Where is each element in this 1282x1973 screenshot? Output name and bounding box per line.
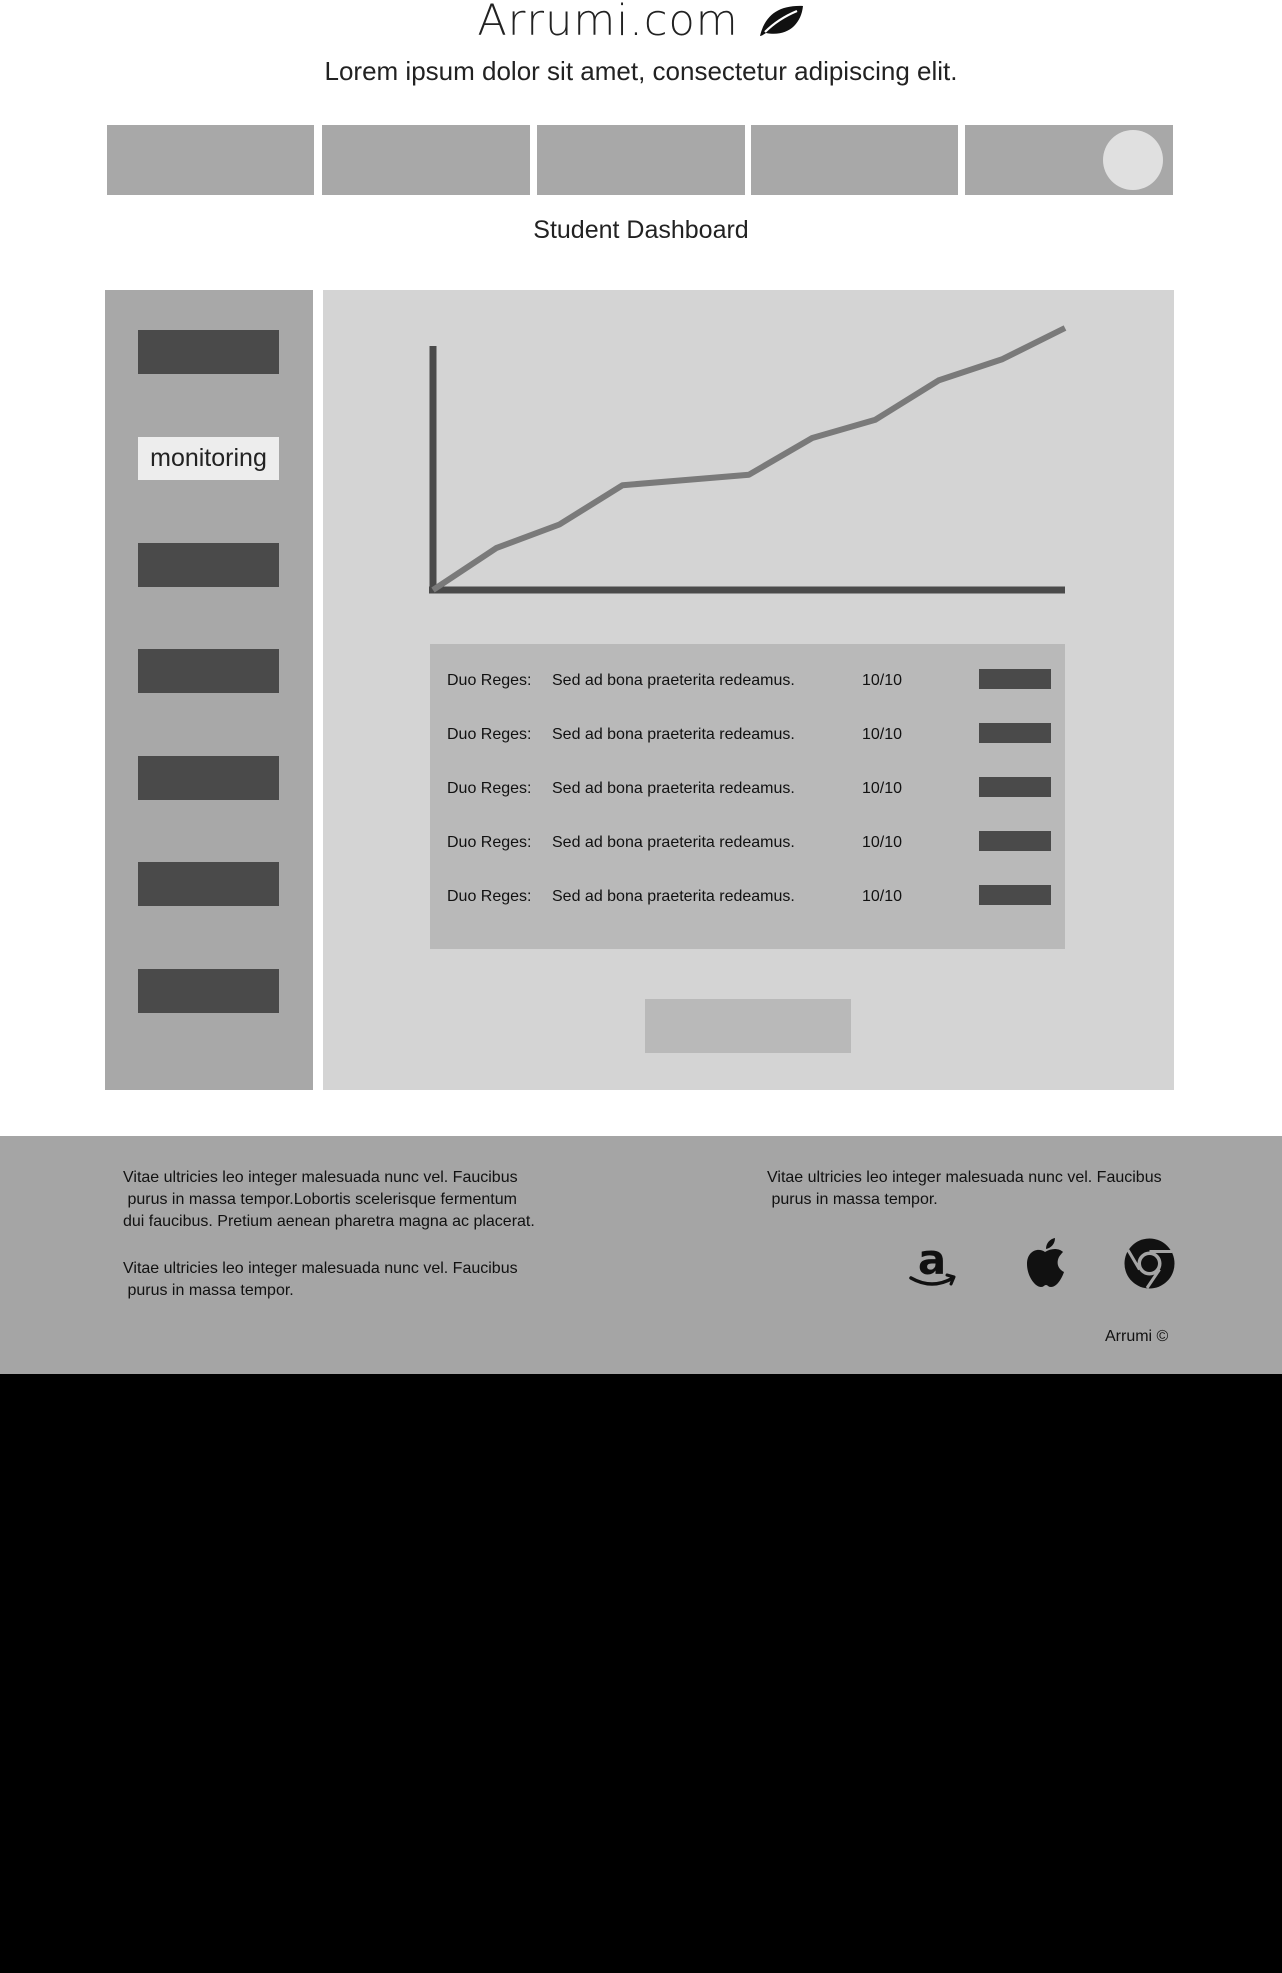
row-score: 10/10 [862, 726, 903, 743]
row-label: Duo Reges: [447, 726, 532, 743]
row-text: Sed ad bona praeterita redeamus. [552, 780, 795, 797]
site-title[interactable]: Arrumi.com [477, 0, 738, 46]
progress-chart [429, 325, 1067, 594]
nav-tab-4[interactable] [751, 125, 958, 195]
row-action-button[interactable] [979, 777, 1051, 797]
page-title: Student Dashboard [533, 216, 749, 244]
chart-series-line [431, 325, 1067, 593]
row-text: Sed ad bona praeterita redeamus. [552, 672, 795, 689]
row-action-button[interactable] [979, 885, 1051, 905]
site-header: Arrumi.com [0, 0, 1282, 46]
row-score: 10/10 [862, 672, 903, 689]
table-row: Duo Reges: Sed ad bona praeterita redeamu… [430, 720, 1065, 750]
avatar[interactable] [1103, 130, 1163, 190]
row-action-button[interactable] [979, 723, 1051, 743]
row-label: Duo Reges: [447, 888, 532, 905]
results-table: Duo Reges: Sed ad bona praeterita redeamu… [430, 644, 1065, 949]
row-score: 10/10 [862, 888, 903, 905]
sidebar-item-7[interactable] [138, 969, 279, 1013]
nav-tab-2[interactable] [322, 125, 530, 195]
row-score: 10/10 [862, 834, 903, 851]
footer-text: Vitae ultricies leo integer malesuada nu… [767, 1169, 1162, 1208]
tagline: Lorem ipsum dolor sit amet, consectetur … [324, 56, 958, 86]
sidebar-item-5[interactable] [138, 756, 279, 800]
apple-icon[interactable] [1018, 1236, 1073, 1291]
amazon-icon[interactable]: a [905, 1235, 960, 1291]
row-action-button[interactable] [979, 669, 1051, 689]
row-text: Sed ad bona praeterita redeamus. [552, 834, 795, 851]
sidebar-item-3[interactable] [138, 543, 279, 587]
row-label: Duo Reges: [447, 780, 532, 797]
row-label: Duo Reges: [447, 834, 532, 851]
sidebar-item-4[interactable] [138, 649, 279, 693]
table-row: Duo Reges: Sed ad bona praeterita redeamu… [430, 828, 1065, 858]
row-text: Sed ad bona praeterita redeamus. [552, 726, 795, 743]
nav-tab-1[interactable] [107, 125, 314, 195]
row-text: Sed ad bona praeterita redeamus. [552, 888, 795, 905]
sidebar-item-1[interactable] [138, 330, 279, 374]
nav-tab-3[interactable] [537, 125, 745, 195]
leaf-icon [757, 3, 805, 39]
sidebar-item-monitoring[interactable]: monitoring [138, 437, 279, 480]
chrome-icon[interactable] [1122, 1236, 1177, 1291]
copyright: Arrumi © [1105, 1328, 1169, 1345]
svg-text:a: a [918, 1236, 946, 1284]
row-action-button[interactable] [979, 831, 1051, 851]
footer-text: Vitae ultricies leo integer malesuada nu… [123, 1260, 518, 1299]
row-score: 10/10 [862, 780, 903, 797]
table-row: Duo Reges: Sed ad bona praeterita redeamu… [430, 666, 1065, 696]
footer-text: Vitae ultricies leo integer malesuada nu… [123, 1169, 535, 1230]
empty-area [0, 1374, 1282, 1973]
sidebar-item-6[interactable] [138, 862, 279, 906]
table-row: Duo Reges: Sed ad bona praeterita redeamu… [430, 882, 1065, 912]
table-row: Duo Reges: Sed ad bona praeterita redeamu… [430, 774, 1065, 804]
row-label: Duo Reges: [447, 672, 532, 689]
primary-button[interactable] [645, 999, 851, 1053]
